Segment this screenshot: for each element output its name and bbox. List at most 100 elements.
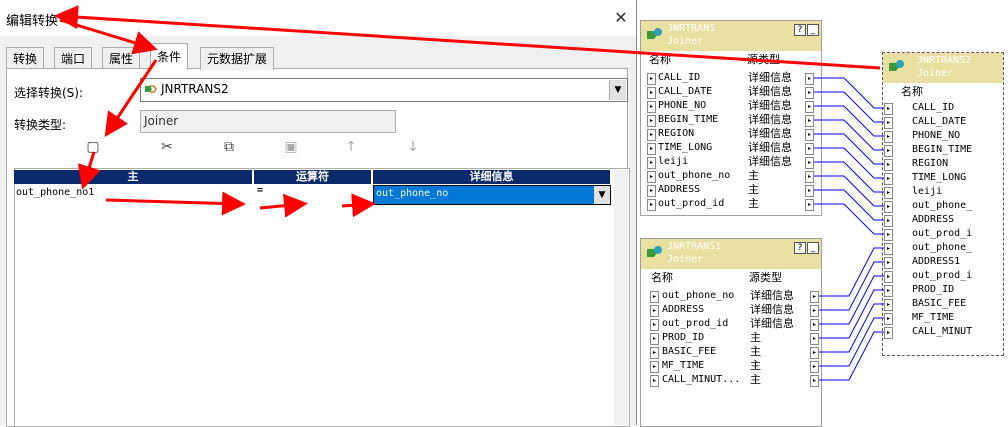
select-transformation-dropdown[interactable]: JNRTRANS2 ▼ <box>140 78 628 102</box>
port-name: PROD_ID <box>912 284 955 295</box>
port-name: ADDRESS <box>912 214 955 225</box>
port-out-icon[interactable]: ▸ <box>810 305 819 317</box>
column-header-source-type: 源类型 <box>749 269 782 284</box>
port-name: REGION <box>912 158 949 169</box>
tab-transformation[interactable]: 转换 <box>6 47 45 70</box>
port-in-icon[interactable]: ▸ <box>884 229 893 241</box>
port-out-icon[interactable]: ▸ <box>805 87 814 99</box>
joiner-window-buttons[interactable]: ? _ <box>793 24 819 36</box>
close-button[interactable]: ✕ <box>610 8 632 28</box>
tab-metadata-extensions[interactable]: 元数据扩展 <box>200 47 275 70</box>
port-out-icon[interactable]: ▸ <box>805 199 814 211</box>
port-out-icon[interactable]: ▸ <box>810 361 819 373</box>
port-name: PHONE_NO <box>658 100 707 111</box>
port-out-icon[interactable]: ▸ <box>810 347 819 359</box>
port-out-icon[interactable]: ▸ <box>805 73 814 85</box>
port-out-icon[interactable]: ▸ <box>805 157 814 169</box>
port-in-icon[interactable]: ▸ <box>650 291 659 303</box>
port-source-type: 详细信息 <box>750 317 794 330</box>
port-in-icon[interactable]: ▸ <box>884 159 893 171</box>
port-in-icon[interactable]: ▸ <box>647 143 656 155</box>
column-header-name: 名称 <box>651 269 673 284</box>
port-in-icon[interactable]: ▸ <box>647 157 656 169</box>
port-in-icon[interactable]: ▸ <box>884 173 893 185</box>
tab-condition[interactable]: 条件 <box>150 43 189 70</box>
up-arrow-icon[interactable]: ↑ <box>342 138 360 156</box>
port-name: BASIC_FEE <box>912 298 967 309</box>
port-out-icon[interactable]: ▸ <box>805 101 814 113</box>
condition-master-cell[interactable]: out_phone_no1 <box>16 187 94 198</box>
port-in-icon[interactable]: ▸ <box>884 299 893 311</box>
port-in-icon[interactable]: ▸ <box>647 87 656 99</box>
cut-icon[interactable]: ✂ <box>158 138 176 156</box>
port-in-icon[interactable]: ▸ <box>884 187 893 199</box>
port-in-icon[interactable]: ▸ <box>884 243 893 255</box>
port-out-icon[interactable]: ▸ <box>810 333 819 345</box>
port-in-icon[interactable]: ▸ <box>884 215 893 227</box>
port-name: BEGIN_TIME <box>658 114 719 125</box>
port-source-type: 详细信息 <box>748 71 792 84</box>
port-in-icon[interactable]: ▸ <box>884 271 893 283</box>
port-out-icon[interactable]: ▸ <box>810 319 819 331</box>
port-in-icon[interactable]: ▸ <box>647 115 656 127</box>
port-in-icon[interactable]: ▸ <box>884 103 893 115</box>
new-icon[interactable]: ▢ <box>84 138 102 156</box>
grid-header-operator[interactable]: 运算符 <box>254 170 371 184</box>
port-name: out_prod_i <box>912 270 973 281</box>
minimize-icon: _ <box>807 242 819 254</box>
port-out-icon[interactable]: ▸ <box>805 129 814 141</box>
joiner-window-buttons[interactable]: ? _ <box>793 242 819 254</box>
joiner-icon <box>647 246 662 257</box>
port-in-icon[interactable]: ▸ <box>647 73 656 85</box>
port-in-icon[interactable]: ▸ <box>884 145 893 157</box>
port-out-icon[interactable]: ▸ <box>810 291 819 303</box>
chevron-down-icon[interactable]: ▼ <box>594 186 610 204</box>
port-source-type: 详细信息 <box>750 289 794 302</box>
chevron-down-icon[interactable]: ▼ <box>609 80 626 100</box>
port-name: out_prod_id <box>662 318 729 329</box>
port-in-icon[interactable]: ▸ <box>650 333 659 345</box>
port-out-icon[interactable]: ▸ <box>805 143 814 155</box>
port-in-icon[interactable]: ▸ <box>650 347 659 359</box>
grid-header-detail[interactable]: 详细信息 <box>373 170 610 184</box>
condition-detail-dropdown[interactable]: out_phone_no ▼ <box>373 185 611 205</box>
tab-properties[interactable]: 属性 <box>102 47 141 70</box>
joiner-type: Joiner <box>667 254 704 265</box>
tab-ports[interactable]: 端口 <box>54 47 93 70</box>
port-in-icon[interactable]: ▸ <box>650 375 659 387</box>
port-in-icon[interactable]: ▸ <box>647 199 656 211</box>
grid-scrollbar[interactable] <box>614 170 628 425</box>
condition-operator-cell[interactable]: = <box>257 185 263 196</box>
port-in-icon[interactable]: ▸ <box>650 319 659 331</box>
port-name: PHONE_NO <box>912 130 961 141</box>
port-in-icon[interactable]: ▸ <box>884 117 893 129</box>
port-in-icon[interactable]: ▸ <box>884 285 893 297</box>
port-in-icon[interactable]: ▸ <box>884 201 893 213</box>
port-in-icon[interactable]: ▸ <box>647 171 656 183</box>
paste-icon[interactable]: ▣ <box>282 138 300 156</box>
port-in-icon[interactable]: ▸ <box>647 101 656 113</box>
down-arrow-icon[interactable]: ↓ <box>404 138 422 156</box>
port-in-icon[interactable]: ▸ <box>650 361 659 373</box>
port-out-icon[interactable]: ▸ <box>805 171 814 183</box>
joiner-icon <box>647 28 662 39</box>
port-in-icon[interactable]: ▸ <box>650 305 659 317</box>
column-header-name: 名称 <box>901 83 923 98</box>
port-out-icon[interactable]: ▸ <box>805 115 814 127</box>
port-out-icon[interactable]: ▸ <box>805 185 814 197</box>
copy-icon[interactable]: ⧉ <box>220 138 238 156</box>
condition-grid <box>14 168 630 427</box>
port-name: MF_TIME <box>912 312 955 323</box>
port-in-icon[interactable]: ▸ <box>884 313 893 325</box>
grid-header-master[interactable]: 主 <box>14 170 252 184</box>
port-in-icon[interactable]: ▸ <box>884 327 893 339</box>
port-in-icon[interactable]: ▸ <box>647 185 656 197</box>
port-in-icon[interactable]: ▸ <box>647 129 656 141</box>
port-in-icon[interactable]: ▸ <box>884 131 893 143</box>
help-icon: ? <box>794 242 806 254</box>
dialog-titlebar[interactable] <box>0 0 636 36</box>
minimize-icon: _ <box>807 24 819 36</box>
joiner-type: Joiner <box>667 36 704 47</box>
port-out-icon[interactable]: ▸ <box>810 375 819 387</box>
port-in-icon[interactable]: ▸ <box>884 257 893 269</box>
